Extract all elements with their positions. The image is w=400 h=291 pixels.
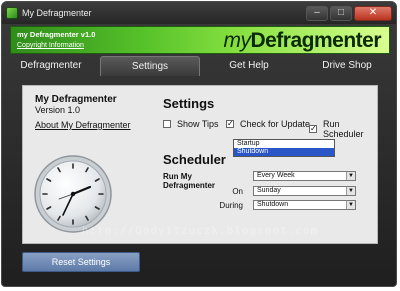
- maximize-button[interactable]: □: [330, 5, 352, 21]
- on-label: On: [232, 187, 243, 196]
- app-window: My Defragmenter – □ ✕ my Defragmenter v1…: [1, 1, 397, 287]
- run-scheduler-label: Run Scheduler: [323, 119, 364, 139]
- brand-prefix: my: [223, 29, 251, 52]
- day-value: Sunday: [257, 187, 281, 194]
- run-scheduler-checkbox[interactable]: ✓: [309, 125, 317, 133]
- day-select[interactable]: Sunday ▼: [253, 186, 356, 196]
- frequency-select[interactable]: Every Week ▼: [253, 171, 356, 181]
- tab-settings[interactable]: Settings: [100, 56, 200, 76]
- frequency-dropdown-arrow-icon[interactable]: ▼: [346, 172, 355, 180]
- during-select[interactable]: Shutdown ▼: [253, 200, 356, 210]
- settings-panel: My Defragmenter Version 1.0 About My Def…: [22, 85, 378, 244]
- frequency-value: Every Week: [257, 172, 295, 179]
- dropdown-option-shutdown[interactable]: Shutdown: [234, 148, 334, 156]
- during-label: During: [219, 201, 243, 210]
- during-dropdown-arrow-icon[interactable]: ▼: [346, 201, 355, 209]
- run-scheduler-option[interactable]: ✓ Run Scheduler: [309, 119, 377, 139]
- title-bar[interactable]: My Defragmenter – □ ✕: [2, 2, 396, 24]
- header-banner: my Defragmenter v1.0 Copyright Informati…: [10, 26, 390, 54]
- check-update-checkbox[interactable]: ✓: [226, 120, 234, 128]
- check-update-label: Check for Update: [240, 119, 311, 129]
- about-title: My Defragmenter: [35, 94, 117, 105]
- brand-logo: myDefragmenter: [223, 29, 381, 53]
- reset-settings-button[interactable]: Reset Settings: [22, 252, 140, 272]
- scheduler-heading: Scheduler: [163, 152, 226, 167]
- about-link[interactable]: About My Defragmenter: [35, 120, 131, 130]
- brand-name: Defragmenter: [250, 29, 381, 52]
- clock-icon: [33, 154, 113, 234]
- check-update-option[interactable]: ✓ Check for Update: [226, 119, 310, 129]
- show-tips-checkbox[interactable]: [163, 120, 171, 128]
- app-icon: [6, 7, 18, 19]
- about-version: Version 1.0: [35, 105, 81, 115]
- close-button[interactable]: ✕: [354, 5, 392, 21]
- tab-get-help[interactable]: Get Help: [200, 56, 298, 76]
- copyright-link[interactable]: Copyright Information: [17, 42, 84, 49]
- tab-drive-shop[interactable]: Drive Shop: [298, 56, 396, 76]
- day-dropdown-arrow-icon[interactable]: ▼: [346, 187, 355, 195]
- tab-bar: Defragmenter Settings Get Help Drive Sho…: [2, 56, 396, 76]
- settings-heading: Settings: [163, 96, 215, 111]
- minimize-button[interactable]: –: [306, 5, 328, 21]
- tab-defragmenter[interactable]: Defragmenter: [2, 56, 100, 76]
- window-title: My Defragmenter: [22, 8, 92, 18]
- show-tips-option[interactable]: Show Tips: [163, 119, 219, 129]
- dropdown-option-startup[interactable]: Startup: [234, 140, 334, 148]
- banner-version: my Defragmenter v1.0: [17, 30, 96, 39]
- show-tips-label: Show Tips: [177, 119, 219, 129]
- during-value: Shutdown: [257, 201, 289, 208]
- during-dropdown-list: Startup Shutdown: [233, 139, 335, 157]
